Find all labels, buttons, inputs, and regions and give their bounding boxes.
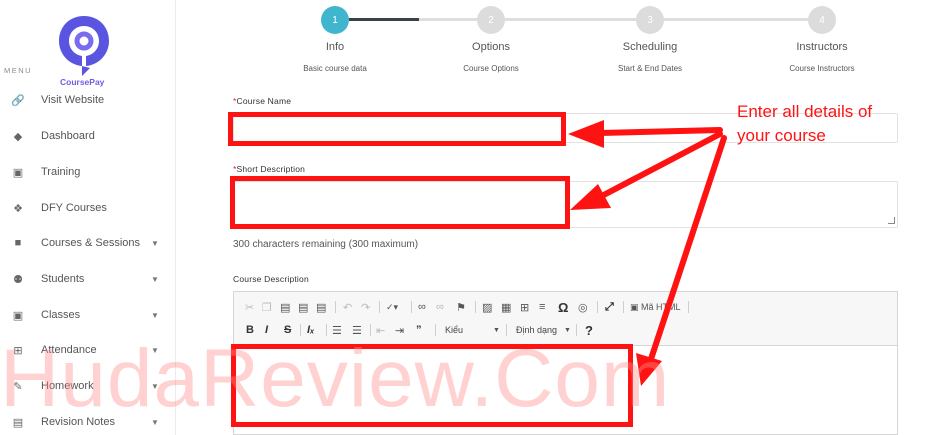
annotation-callout: Enter all details of your course bbox=[737, 100, 872, 148]
watermark-text: HudaReview.Com bbox=[0, 333, 671, 424]
annotation-line-2: your course bbox=[737, 126, 826, 145]
annotation-line-1: Enter all details of bbox=[737, 102, 873, 121]
